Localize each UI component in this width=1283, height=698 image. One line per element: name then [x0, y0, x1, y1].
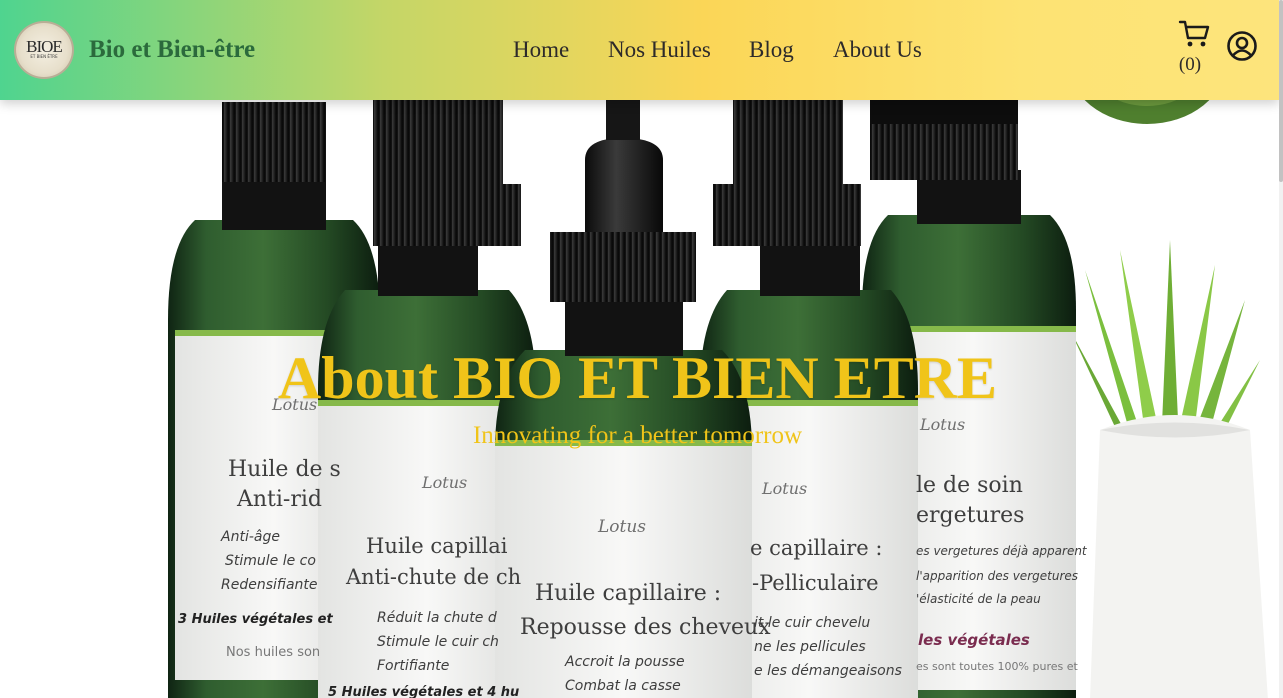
cart-button[interactable]: (0)	[1176, 19, 1210, 77]
bottle-5-bullet-3: 'élasticité de la peau	[916, 592, 1041, 606]
bottle-1-footer: 3 Huiles végétales et	[178, 612, 333, 627]
site-header: BIOE ET BIEN ÊTRE Bio et Bien-être Home …	[0, 0, 1279, 100]
hero-subtitle: Innovating for a better tomorrow	[472, 422, 803, 449]
cart-count: (0)	[1178, 54, 1202, 75]
plant-shape	[1070, 240, 1268, 698]
bottle-2-bullet-1: Réduit la chute d	[377, 610, 497, 626]
bottle-2-footer: 5 Huiles végétales et 4 hu	[328, 685, 519, 698]
bottle-1-bullet-2: Stimule le co	[225, 553, 316, 569]
bottle-2-title-line-1: Huile capillai	[366, 534, 508, 558]
bottle-4-title-line-1: e capillaire :	[750, 536, 882, 560]
hero-title: About BIO ET BIEN ETRE	[277, 345, 998, 411]
bottle-1-bullet-3: Redensifiante	[221, 577, 318, 593]
bottle-4-bullet-3: e les démangeaisons	[754, 663, 902, 679]
bottle-2-brand: Lotus	[421, 473, 467, 492]
bottle-5-bullet-1: es vergetures déjà apparent	[916, 544, 1088, 558]
nav-nos-huiles[interactable]: Nos Huiles	[608, 34, 711, 66]
logo-subtext: ET BIEN ÊTRE	[30, 54, 58, 59]
bottle-1-title-line-2: Anti-rid	[236, 487, 322, 512]
hero-section: Lotus Huile de s Anti-rid Anti-âge Stimu…	[0, 0, 1283, 698]
bottle-3-title-line-1: Huile capillaire :	[535, 581, 721, 606]
bottle-1-footer-2: Nos huiles son	[226, 645, 320, 660]
bottle-4-title-line-2: -Pelliculaire	[752, 571, 879, 595]
bottle-5-title-line-1: le de soin	[916, 473, 1023, 498]
bottle-4-bullet-2: ne les pellicules	[754, 639, 866, 655]
bottle-4-brand: Lotus	[761, 479, 807, 498]
site-logo[interactable]: BIOE ET BIEN ÊTRE	[14, 21, 74, 79]
cart-icon	[1178, 20, 1210, 47]
bottle-3-bullet-2: Combat la casse	[565, 678, 681, 694]
scrollbar-thumb[interactable]	[1279, 0, 1283, 182]
bottle-2-title-line-2: Anti-chute de ch	[345, 565, 521, 589]
page-scrollbar[interactable]	[1279, 0, 1283, 698]
nav-blog[interactable]: Blog	[749, 34, 794, 66]
bottle-3-bullet-1: Accroit la pousse	[564, 654, 685, 670]
bottle-2-bullet-2: Stimule le cuir ch	[377, 634, 499, 650]
account-icon[interactable]	[1226, 30, 1258, 62]
bottle-5-bullet-2: l'apparition des vergetures	[916, 569, 1078, 583]
bottle-3-title-line-2: Repousse des cheveux	[520, 615, 771, 640]
bottle-4-bullet-1: it le cuir chevelu	[754, 615, 870, 631]
bottle-5-footer: les végétales	[918, 631, 1030, 649]
bottle-5-title-line-2: ergetures	[916, 503, 1024, 528]
bottle-2-bullet-3: Fortifiante	[377, 658, 449, 674]
brand-name[interactable]: Bio et Bien-être	[89, 34, 255, 66]
nav-about-us[interactable]: About Us	[833, 34, 922, 66]
bottle-1-title-line-1: Huile de s	[228, 457, 341, 482]
bottle-1-bullet-1: Anti-âge	[220, 529, 280, 545]
bottle-3-brand: Lotus	[597, 517, 646, 537]
bottle-5-footer-2: es sont toutes 100% pures et	[916, 660, 1079, 673]
nav-home[interactable]: Home	[513, 34, 569, 66]
